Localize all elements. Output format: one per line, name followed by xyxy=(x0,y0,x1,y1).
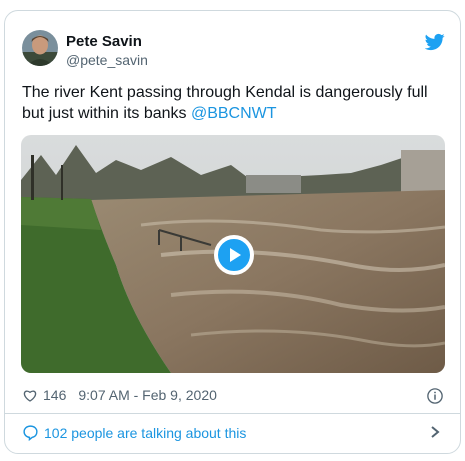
speech-bubble-icon xyxy=(23,425,38,441)
mention-link[interactable]: @BBCNWT xyxy=(191,105,277,122)
chevron-right-icon[interactable] xyxy=(428,424,442,440)
like-count[interactable]: 146 xyxy=(43,387,66,403)
divider xyxy=(5,413,460,414)
heart-icon[interactable] xyxy=(22,387,38,403)
video-thumbnail[interactable] xyxy=(21,135,445,373)
twitter-bird-icon[interactable] xyxy=(425,32,445,52)
play-icon xyxy=(230,248,241,262)
avatar[interactable] xyxy=(22,30,58,66)
play-button[interactable] xyxy=(214,235,254,275)
author-handle[interactable]: @pete_savin xyxy=(66,52,148,68)
timestamp[interactable]: 9:07 AM - Feb 9, 2020 xyxy=(78,387,217,403)
info-icon[interactable] xyxy=(426,387,444,405)
talking-label: 102 people are talking about this xyxy=(44,424,247,441)
tweet-embed-card: Pete Savin @pete_savin The river Kent pa… xyxy=(4,10,461,454)
tweet-meta: 146 9:07 AM - Feb 9, 2020 xyxy=(22,387,217,403)
author-name[interactable]: Pete Savin xyxy=(66,33,142,50)
tweet-text: The river Kent passing through Kendal is… xyxy=(22,82,442,124)
conversation-link[interactable]: 102 people are talking about this xyxy=(22,424,246,441)
